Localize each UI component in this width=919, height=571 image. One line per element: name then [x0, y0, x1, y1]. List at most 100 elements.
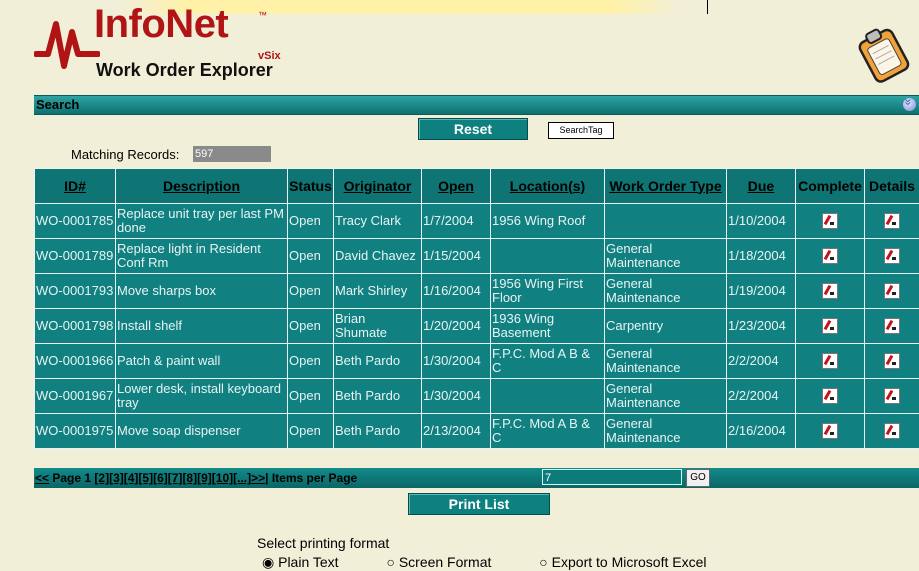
table-row: WO-0001789 Replace light in Resident Con…: [35, 239, 919, 274]
cell-details: [865, 204, 919, 239]
complete-edit-icon[interactable]: [822, 353, 838, 369]
page-link[interactable]: [...]: [233, 471, 251, 485]
radio-label: Plain Text: [278, 554, 338, 570]
current-page-label: Page 1: [52, 471, 91, 485]
items-per-page-label: | Items per Page: [265, 471, 357, 485]
clipboard-icon: [855, 22, 911, 84]
logo-subtitle: Work Order Explorer: [96, 60, 273, 81]
radio-screen-format[interactable]: ○ Screen Format: [386, 554, 513, 570]
page-link[interactable]: [6]: [153, 471, 168, 485]
cell-location: [491, 239, 605, 274]
cell-originator: Beth Pardo: [334, 344, 422, 379]
cell-description: Replace unit tray per last PM done: [116, 204, 288, 239]
page-link[interactable]: [9]: [197, 471, 212, 485]
page-link[interactable]: [7]: [168, 471, 183, 485]
col-header-status[interactable]: Status: [288, 169, 334, 204]
search-label: Search: [36, 97, 79, 112]
cell-description: Replace light in Resident Conf Rm: [116, 239, 288, 274]
cell-due: 2/2/2004: [727, 344, 796, 379]
col-header-due[interactable]: Due: [727, 169, 796, 204]
col-header-originator[interactable]: Originator: [334, 169, 422, 204]
table-row: WO-0001798 Install shelf Open Brian Shum…: [35, 309, 919, 344]
cell-location: F.P.C. Mod A B & C: [491, 344, 605, 379]
cell-open: 1/16/2004: [422, 274, 491, 309]
cell-location: 1936 Wing Basement: [491, 309, 605, 344]
cell-location: 1956 Wing Roof: [491, 204, 605, 239]
cell-type: General Maintenance: [605, 414, 727, 449]
page-link[interactable]: [10]: [212, 471, 233, 485]
details-edit-icon[interactable]: [884, 213, 900, 229]
print-list-button[interactable]: Print List: [408, 493, 550, 515]
complete-edit-icon[interactable]: [822, 318, 838, 334]
cell-details: [865, 274, 919, 309]
cell-originator: Brian Shumate: [334, 309, 422, 344]
complete-edit-icon[interactable]: [822, 283, 838, 299]
table-row: WO-0001966 Patch & paint wall Open Beth …: [35, 344, 919, 379]
cell-complete: [796, 414, 865, 449]
radio-export-excel[interactable]: ○ Export to Microsoft Excel: [539, 554, 728, 570]
cell-id: WO-0001789: [35, 239, 116, 274]
col-header-open[interactable]: Open: [422, 169, 491, 204]
header-divider: [707, 0, 708, 14]
radio-plain-text[interactable]: ◉ Plain Text: [262, 554, 361, 570]
col-header-type[interactable]: Work Order Type: [605, 169, 727, 204]
radio-label: Screen Format: [399, 554, 492, 570]
col-header-complete: Complete: [796, 169, 865, 204]
searchtag-button[interactable]: SearchTag: [548, 122, 614, 139]
header: InfoNet ™ vSix Work Order Explorer: [0, 0, 919, 94]
page-link[interactable]: [5]: [138, 471, 153, 485]
details-edit-icon[interactable]: [884, 283, 900, 299]
cell-details: [865, 309, 919, 344]
cell-due: 1/19/2004: [727, 274, 796, 309]
expand-chevron-icon[interactable]: [903, 98, 916, 111]
cell-description: Move soap dispenser: [116, 414, 288, 449]
logo-trademark: ™: [258, 10, 267, 20]
cell-originator: Tracy Clark: [334, 204, 422, 239]
page-link[interactable]: [2]: [94, 471, 109, 485]
cell-description: Move sharps box: [116, 274, 288, 309]
details-edit-icon[interactable]: [884, 353, 900, 369]
cell-open: 2/13/2004: [422, 414, 491, 449]
cell-id: WO-0001975: [35, 414, 116, 449]
cell-description: Lower desk, install keyboard tray: [116, 379, 288, 414]
complete-edit-icon[interactable]: [822, 213, 838, 229]
cell-originator: Beth Pardo: [334, 414, 422, 449]
details-edit-icon[interactable]: [884, 423, 900, 439]
radio-label: Export to Microsoft Excel: [552, 554, 707, 570]
cell-type: Carpentry: [605, 309, 727, 344]
col-header-location[interactable]: Location(s): [491, 169, 605, 204]
cell-open: 1/30/2004: [422, 379, 491, 414]
complete-edit-icon[interactable]: [822, 248, 838, 264]
cell-type: General Maintenance: [605, 344, 727, 379]
cell-id: WO-0001785: [35, 204, 116, 239]
cell-type: General Maintenance: [605, 274, 727, 309]
col-header-id[interactable]: ID#: [35, 169, 116, 204]
col-header-description[interactable]: Description: [116, 169, 288, 204]
prev-page-link[interactable]: <<: [35, 471, 49, 485]
cell-location: 1956 Wing First Floor: [491, 274, 605, 309]
items-per-page-input[interactable]: 7: [542, 469, 682, 485]
work-order-table: ID# Description Status Originator Open L…: [34, 168, 919, 449]
complete-edit-icon[interactable]: [822, 388, 838, 404]
reset-button[interactable]: Reset: [418, 118, 528, 140]
cell-id: WO-0001793: [35, 274, 116, 309]
details-edit-icon[interactable]: [884, 318, 900, 334]
complete-edit-icon[interactable]: [822, 423, 838, 439]
cell-due: 2/16/2004: [727, 414, 796, 449]
cell-description: Patch & paint wall: [116, 344, 288, 379]
page-link[interactable]: [8]: [182, 471, 197, 485]
table-row: WO-0001785 Replace unit tray per last PM…: [35, 204, 919, 239]
details-edit-icon[interactable]: [884, 248, 900, 264]
cell-status: Open: [288, 344, 334, 379]
logo-wave-icon: [34, 14, 100, 74]
go-button[interactable]: GO: [686, 469, 710, 487]
page-link[interactable]: [4]: [124, 471, 139, 485]
cell-complete: [796, 344, 865, 379]
next-page-link[interactable]: >>: [251, 471, 265, 485]
page-link[interactable]: [3]: [109, 471, 124, 485]
search-bar[interactable]: Search: [34, 95, 919, 115]
details-edit-icon[interactable]: [884, 388, 900, 404]
cell-status: Open: [288, 239, 334, 274]
cell-type: [605, 204, 727, 239]
table-header-row: ID# Description Status Originator Open L…: [35, 169, 919, 204]
